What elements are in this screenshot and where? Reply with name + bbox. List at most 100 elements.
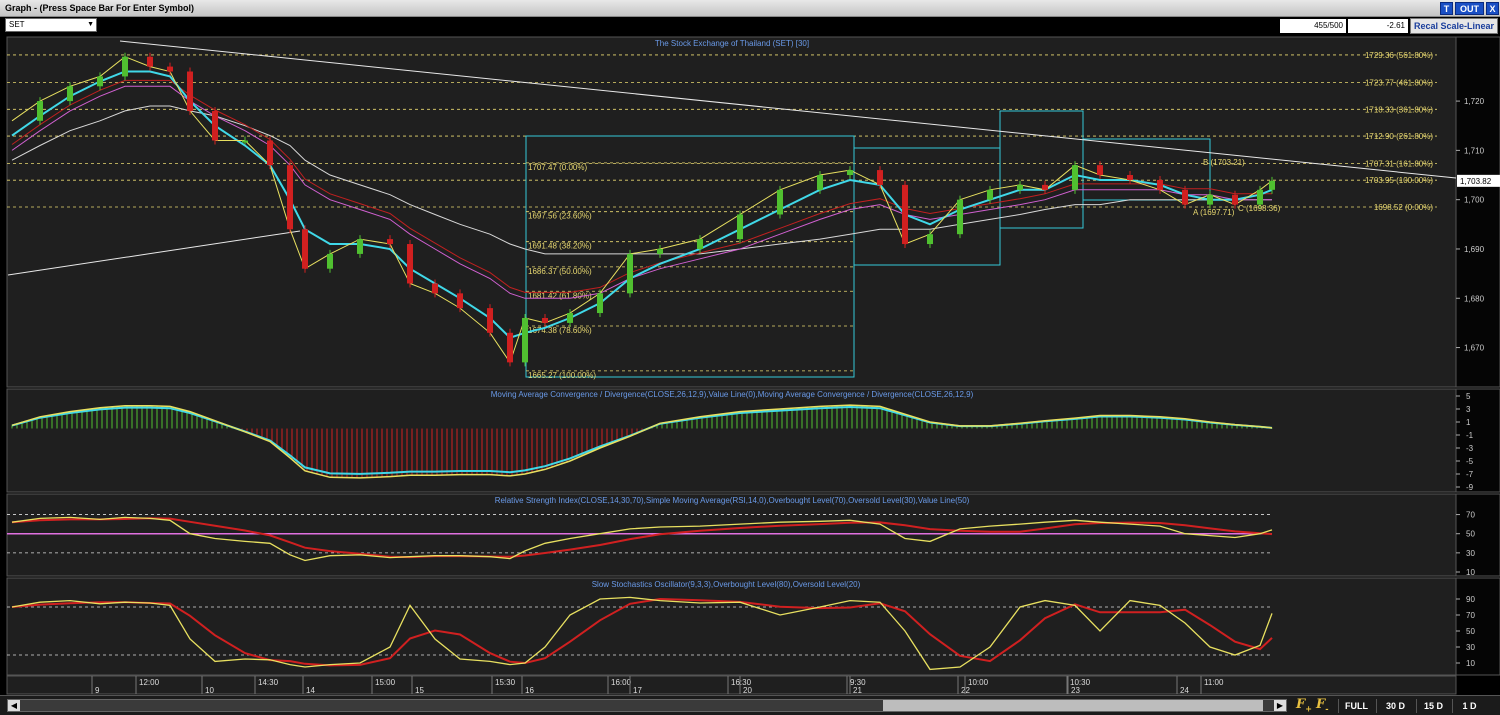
price-tick-label: 1,700 [1464, 196, 1485, 205]
rsi-axis-panel [1455, 493, 1500, 577]
candle-body [1269, 180, 1275, 190]
candle-body [957, 199, 963, 235]
fib-retracement-label: 1686.37 (50.00%) [528, 267, 592, 276]
candle-body [902, 184, 908, 245]
macd-tick-label: -7 [1466, 470, 1474, 479]
x-tick-label: 22 [961, 686, 970, 695]
close-button[interactable]: X [1486, 2, 1499, 15]
candle-body [432, 283, 438, 294]
macd-tick-label: 3 [1466, 405, 1471, 414]
scroll-left-icon[interactable]: ◀ [8, 700, 20, 711]
symbol-select[interactable]: SET ▼ [5, 18, 97, 32]
chevron-down-icon[interactable]: ▼ [87, 19, 94, 31]
x-tick-label: 14:30 [258, 678, 279, 687]
fib-extension-label: 1729.36 (561.80%) [1365, 51, 1433, 60]
candle-body [242, 140, 248, 143]
fib-extension-label: 1698.52 (0.00%) [1374, 203, 1433, 212]
candle-body [777, 189, 783, 215]
x-tick-label: 17 [633, 686, 642, 695]
candle-body [597, 293, 603, 314]
recal-scale-button[interactable]: Recal Scale-Linear [1410, 18, 1498, 34]
out-button[interactable]: OUT [1455, 2, 1484, 15]
time-scrollbar[interactable]: ◀ ▶ [7, 699, 1287, 712]
stoch-tick-label: 10 [1466, 659, 1475, 668]
fib-extension-label: 1703.95 (100.00%) [1365, 176, 1433, 185]
x-tick-label: 23 [1071, 686, 1080, 695]
price-tick-label: 1,710 [1464, 146, 1485, 155]
zoom-out-icon[interactable]: F- [1316, 697, 1329, 714]
bottom-bar: ◀ ▶ F+ F- FULL 30 D 15 D 1 D [0, 695, 1500, 715]
price-tick-label: 1,690 [1464, 245, 1485, 254]
fib-extension-label: 1707.31 (161.80%) [1365, 160, 1433, 169]
chart-area[interactable]: 1,720 1,710 1,700 1,690 1,680 1,670 1729.36 (5… [0, 35, 1500, 695]
x-tick-label: 9 [95, 686, 100, 695]
symbol-value: SET [9, 20, 25, 29]
rsi-tick-label: 10 [1466, 568, 1475, 577]
rsi-tick-label: 30 [1466, 549, 1475, 558]
period-15d-button[interactable]: 15 D [1416, 699, 1450, 713]
candle-body [1072, 165, 1078, 190]
zoom-in-icon[interactable]: F+ [1296, 697, 1312, 714]
candle-body [97, 76, 103, 87]
candle-body [1257, 189, 1263, 205]
price-tick-label: 1,670 [1464, 344, 1485, 353]
candle-body [187, 71, 193, 111]
period-full-button[interactable]: FULL [1338, 699, 1374, 713]
macd-panel [6, 388, 1457, 493]
candle-body [122, 56, 128, 77]
candle-body [1042, 184, 1048, 190]
candle-body [387, 239, 393, 245]
candle-body [657, 248, 663, 254]
macd-tick-label: -5 [1466, 457, 1474, 466]
x-tick-label: 15:00 [375, 678, 396, 687]
macd-tick-label: 1 [1466, 418, 1471, 427]
candle-body [1157, 179, 1163, 190]
fib-extension-label: 1718.33 (361.80%) [1365, 105, 1433, 114]
candle-body [302, 229, 308, 269]
stoch-tick-label: 90 [1466, 595, 1475, 604]
x-tick-label: 14 [306, 686, 315, 695]
candle-body [567, 313, 573, 323]
fib-extension-label: 1723.77 (461.80%) [1365, 79, 1433, 88]
x-tick-label: 20 [743, 686, 752, 695]
candle-body [877, 170, 883, 185]
candle-body [487, 308, 493, 333]
x-tick-label: 24 [1180, 686, 1189, 695]
candle-body [1127, 175, 1133, 180]
period-30d-button[interactable]: 30 D [1376, 699, 1414, 713]
candle-body [267, 140, 273, 166]
stoch-panel-title: Slow Stochastics Oscillator(9,3,3),Overb… [592, 580, 861, 589]
annotation-a: A (1697.71) [1193, 208, 1235, 217]
toolbar: SET ▼ 455/500 -2.61 Recal Scale-Linear [0, 17, 1500, 35]
candle-body [147, 56, 153, 67]
candle-body [167, 66, 173, 72]
price-axis-panel [1455, 36, 1500, 388]
x-tick-label: 15 [415, 686, 424, 695]
fib-retracement-label: 1697.56 (23.60%) [528, 212, 592, 221]
scroll-thumb[interactable] [883, 700, 1263, 711]
fib-retracement-label: 1707.47 (0.00%) [528, 163, 587, 172]
x-tick-label: 10:00 [968, 678, 989, 687]
candle-body [357, 239, 363, 254]
candle-body [457, 293, 463, 309]
fib-extension-label: 1712.90 (261.80%) [1365, 132, 1433, 141]
candle-body [287, 165, 293, 230]
candle-body [1182, 189, 1188, 205]
t-button[interactable]: T [1440, 2, 1453, 15]
candle-body [327, 253, 333, 269]
candle-body [37, 101, 43, 121]
period-1d-button[interactable]: 1 D [1452, 699, 1486, 713]
price-tick-label: 1,680 [1464, 294, 1485, 303]
last-price-label: 1,703.82 [1460, 177, 1492, 186]
scroll-right-icon[interactable]: ▶ [1274, 700, 1286, 711]
macd-axis-panel [1455, 388, 1500, 493]
rsi-panel [6, 493, 1457, 577]
candle-body [542, 317, 548, 323]
bar-counter: 455/500 [1280, 19, 1346, 33]
x-tick-label: 15:30 [495, 678, 516, 687]
rsi-tick-label: 70 [1466, 511, 1475, 520]
price-tick-label: 1,720 [1464, 97, 1485, 106]
macd-tick-label: 5 [1466, 392, 1471, 401]
x-tick-label: 11:00 [1204, 678, 1224, 687]
candle-body [987, 189, 993, 200]
